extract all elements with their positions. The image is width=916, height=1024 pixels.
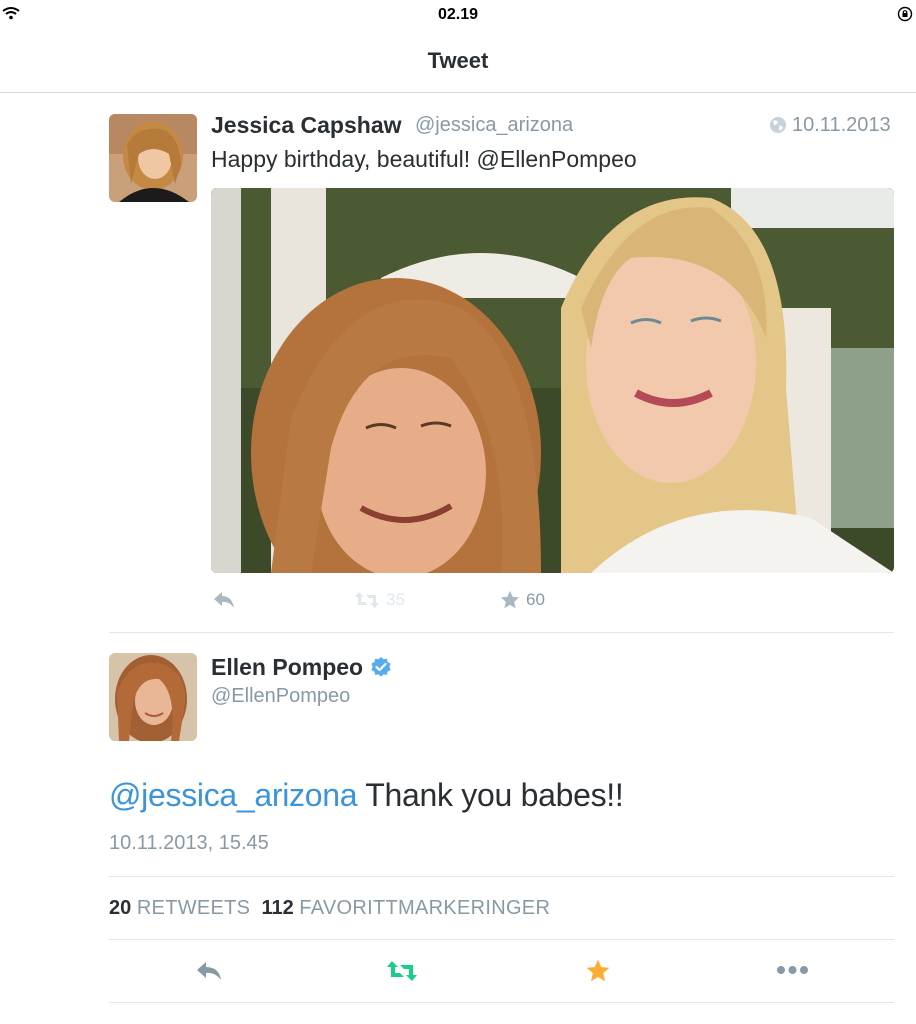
retweets-count[interactable]: 20 [109,897,131,919]
tweet-text: Happy birthday, beautiful! @EllenPompeo [211,146,637,172]
status-time: 02.19 [437,6,479,23]
favorite-count: 60 [526,590,545,609]
globe-icon [770,117,786,133]
retweet-icon[interactable] [354,591,380,609]
favorite-button-icon[interactable] [585,958,611,984]
tweet-stats: 20 RETWEETS 112 FAVORITTMARKERINGER [109,897,550,920]
divider [109,1002,894,1003]
avatar[interactable] [109,114,197,202]
star-icon[interactable] [499,589,521,611]
tweet-body: Thank you babes!! [357,777,624,813]
photo-image [211,188,894,573]
retweets-label[interactable]: RETWEETS [137,897,251,919]
author-name[interactable]: Jessica Capshaw [211,112,402,139]
status-bar: 02.19 [0,0,916,30]
tweet-timestamp: 10.11.2013, 15.45 [109,832,269,854]
more-options-icon[interactable] [776,964,809,976]
divider [109,876,894,877]
retweet-count: 35 [386,590,405,609]
author-name[interactable]: Ellen Pompeo [211,654,363,681]
favorites-label[interactable]: FAVORITTMARKERINGER [299,897,550,919]
reply-button-icon[interactable] [195,960,223,982]
avatar[interactable] [109,653,197,741]
divider [109,632,894,633]
tweet-date: 10.11.2013 [792,114,891,136]
reply-icon[interactable] [212,590,236,610]
page-title: Tweet [427,48,489,73]
rotation-lock-icon [897,6,913,22]
avatar-image [109,653,197,741]
favorites-count[interactable]: 112 [261,897,293,919]
author-handle[interactable]: @EllenPompeo [211,685,350,708]
divider [109,939,894,940]
nav-divider [0,92,916,93]
mention-link[interactable]: @jessica_arizona [109,777,358,813]
retweet-button-icon[interactable] [386,960,418,982]
verified-badge-icon [371,657,391,677]
author-handle[interactable]: @jessica_arizona [415,114,573,137]
tweet-photo[interactable] [211,188,894,573]
avatar-image [109,114,197,202]
tweet-text: @jessica_arizona Thank you babes!! [109,777,624,814]
